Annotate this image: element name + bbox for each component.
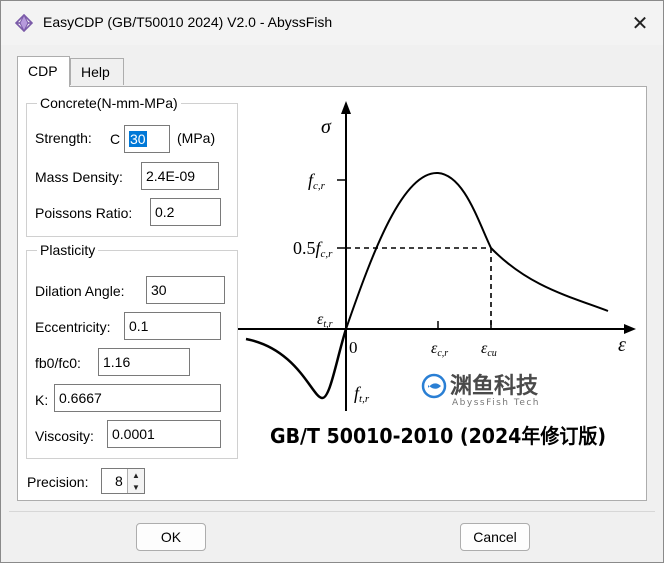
close-icon[interactable]: ✕ bbox=[617, 1, 663, 45]
strength-label: Strength: bbox=[35, 130, 92, 146]
title-bar[interactable]: EasyCDP (GB/T50010 2024) V2.0 - AbyssFis… bbox=[1, 1, 663, 45]
fb0-input[interactable]: 1.16 bbox=[98, 348, 190, 376]
eps-cu-label: εcu bbox=[481, 340, 497, 359]
precision-label: Precision: bbox=[27, 474, 89, 490]
abyssfish-logo: 渊鱼科技 AbyssFish Tech bbox=[421, 373, 540, 408]
poisson-input[interactable]: 0.2 bbox=[150, 198, 221, 226]
fc-label: fc,r bbox=[308, 170, 326, 192]
density-label: Mass Density: bbox=[35, 169, 123, 185]
k-input[interactable]: 0.6667 bbox=[54, 384, 221, 412]
logo-fish-icon bbox=[428, 383, 441, 389]
viscosity-label: Viscosity: bbox=[35, 428, 94, 444]
dialog-window: EasyCDP (GB/T50010 2024) V2.0 - AbyssFis… bbox=[0, 0, 664, 563]
strength-unit: (MPa) bbox=[177, 130, 216, 146]
dilation-label: Dilation Angle: bbox=[35, 283, 125, 299]
density-input[interactable]: 2.4E-09 bbox=[141, 162, 219, 190]
y-axis-arrow-icon bbox=[341, 101, 351, 114]
cancel-button[interactable]: Cancel bbox=[460, 523, 530, 551]
sigma-label: σ bbox=[321, 116, 332, 138]
zero-label: 0 bbox=[349, 338, 358, 357]
eps-tr-label: εt,r bbox=[317, 311, 333, 330]
ok-button[interactable]: OK bbox=[136, 523, 206, 551]
tab-help[interactable]: Help bbox=[70, 58, 124, 85]
eccentricity-label: Eccentricity: bbox=[35, 319, 111, 335]
half-fc-label: 0.5fc,r bbox=[293, 238, 333, 260]
logo-en-text: AbyssFish Tech bbox=[452, 398, 540, 408]
tension-curve bbox=[245, 328, 348, 400]
eccentricity-input[interactable]: 0.1 bbox=[124, 312, 221, 340]
strength-value: 30 bbox=[129, 131, 147, 147]
plasticity-legend: Plasticity bbox=[40, 242, 96, 258]
footer-divider bbox=[9, 511, 655, 512]
window-title: EasyCDP (GB/T50010 2024) V2.0 - AbyssFis… bbox=[43, 14, 333, 30]
eps-c-label: εc,r bbox=[431, 340, 448, 359]
ft-label: ft,r bbox=[354, 383, 370, 405]
dilation-input[interactable]: 30 bbox=[146, 276, 225, 304]
app-icon bbox=[15, 14, 33, 32]
fb0-label: fb0/fc0: bbox=[35, 355, 81, 371]
logo-cn-text: 渊鱼科技 bbox=[450, 373, 539, 399]
viscosity-input[interactable]: 0.0001 bbox=[107, 420, 221, 448]
strength-prefix: C bbox=[110, 131, 121, 147]
k-label: K: bbox=[35, 392, 49, 408]
diagram-caption: GB/T 50010-2010 (2024年修订版) bbox=[270, 424, 606, 448]
precision-spinbox[interactable]: 8 ▲ ▼ bbox=[101, 468, 145, 494]
epsilon-label: ε bbox=[618, 334, 626, 356]
spin-down-icon[interactable]: ▼ bbox=[127, 481, 144, 493]
compression-curve bbox=[345, 171, 609, 330]
strength-input[interactable]: 30 bbox=[124, 125, 170, 153]
precision-value: 8 bbox=[115, 473, 123, 489]
curve-gap bbox=[533, 289, 606, 311]
stress-strain-diagram: σ ε fc,r 0.5fc,r εt,r 0 εc,r εcu ft,r 渊鱼… bbox=[238, 101, 636, 448]
x-axis-arrow-icon bbox=[624, 324, 636, 334]
poisson-label: Poissons Ratio: bbox=[35, 205, 133, 221]
tab-cdp[interactable]: CDP bbox=[17, 56, 70, 87]
concrete-legend: Concrete(N-mm-MPa) bbox=[40, 95, 178, 111]
